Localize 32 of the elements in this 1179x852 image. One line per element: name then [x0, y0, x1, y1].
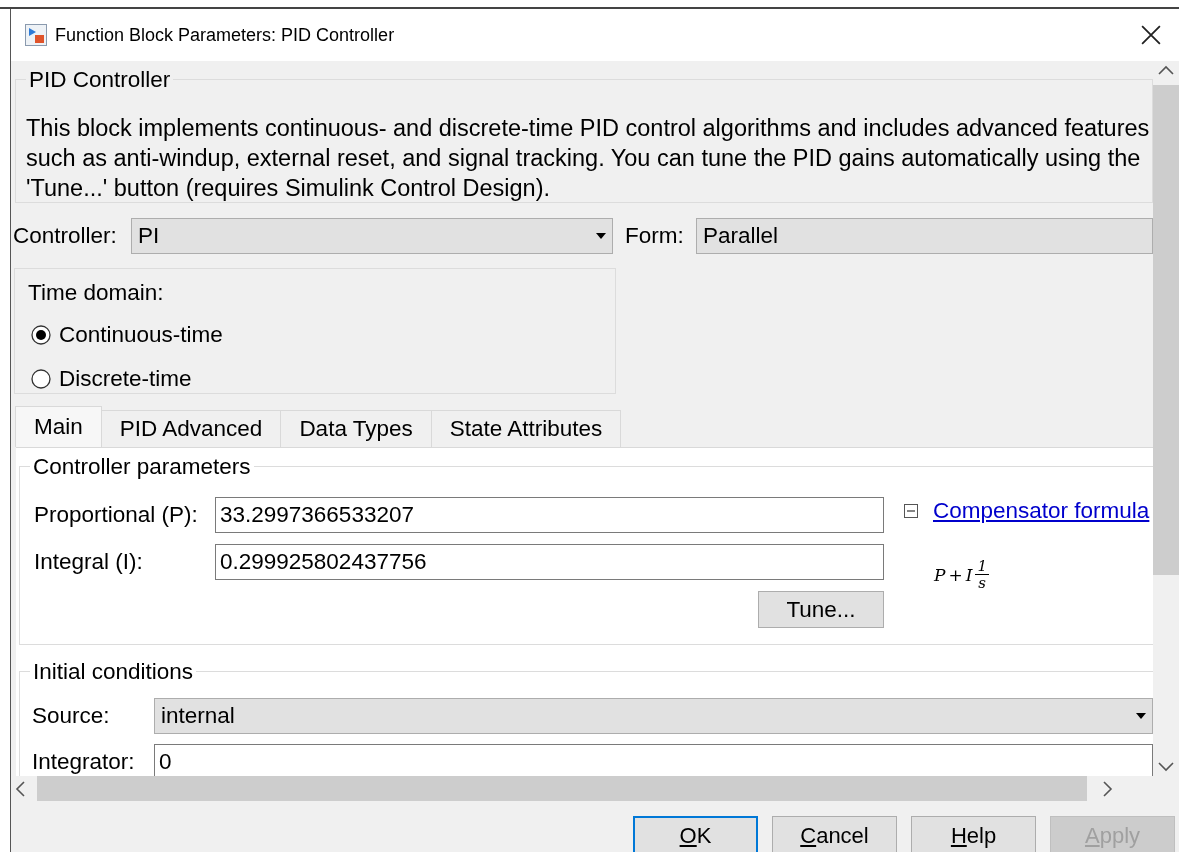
controller-dropdown[interactable]: PI: [131, 218, 613, 254]
radio-button[interactable]: [31, 325, 51, 345]
input-field[interactable]: 0.299925802437756: [215, 544, 884, 580]
radio-label: Discrete-time: [59, 366, 192, 392]
window-title: Function Block Parameters: PID Controller: [55, 24, 396, 46]
input-field[interactable]: 33.2997366533207: [215, 497, 884, 533]
scroll-thumb[interactable]: [1153, 85, 1179, 575]
tab[interactable]: Main: [15, 406, 102, 447]
dialog-button[interactable]: Help: [911, 816, 1036, 852]
collapse-icon[interactable]: [904, 504, 918, 518]
close-icon: [1141, 25, 1161, 45]
compensator-link[interactable]: Compensator formula: [933, 498, 1150, 524]
field-label: Integrator:: [32, 749, 136, 775]
group-title: Time domain:: [28, 280, 165, 306]
field-label: Source:: [32, 703, 111, 729]
caret-icon: [596, 233, 606, 239]
dialog-button[interactable]: OK: [633, 816, 758, 852]
source-dropdown[interactable]: internal: [154, 698, 1153, 734]
input-field[interactable]: 0: [154, 744, 1153, 776]
form-dropdown[interactable]: Parallel: [696, 218, 1153, 254]
app-icon: [25, 24, 47, 46]
description-text: This block implements continuous- and discrete-time PID control algorithms and includes advanced features such as anti-windup, external reset, and signal tracking. You can tune the PID gains automatically using the 'Tune...' button (requires Simulink Control Design).: [26, 114, 1151, 203]
tune-button[interactable]: Tune...: [758, 591, 884, 628]
tab[interactable]: State Attributes: [430, 410, 622, 447]
field-label: Controller:: [13, 223, 118, 249]
field-label: Proportional (P):: [34, 502, 199, 528]
field-label: Integral (I):: [34, 549, 144, 575]
radio-label: Continuous-time: [59, 322, 223, 348]
radio-button[interactable]: [31, 369, 51, 389]
caret-icon: [1136, 713, 1146, 719]
dialog-button[interactable]: Cancel: [772, 816, 897, 852]
field-label: Form:: [625, 223, 685, 249]
